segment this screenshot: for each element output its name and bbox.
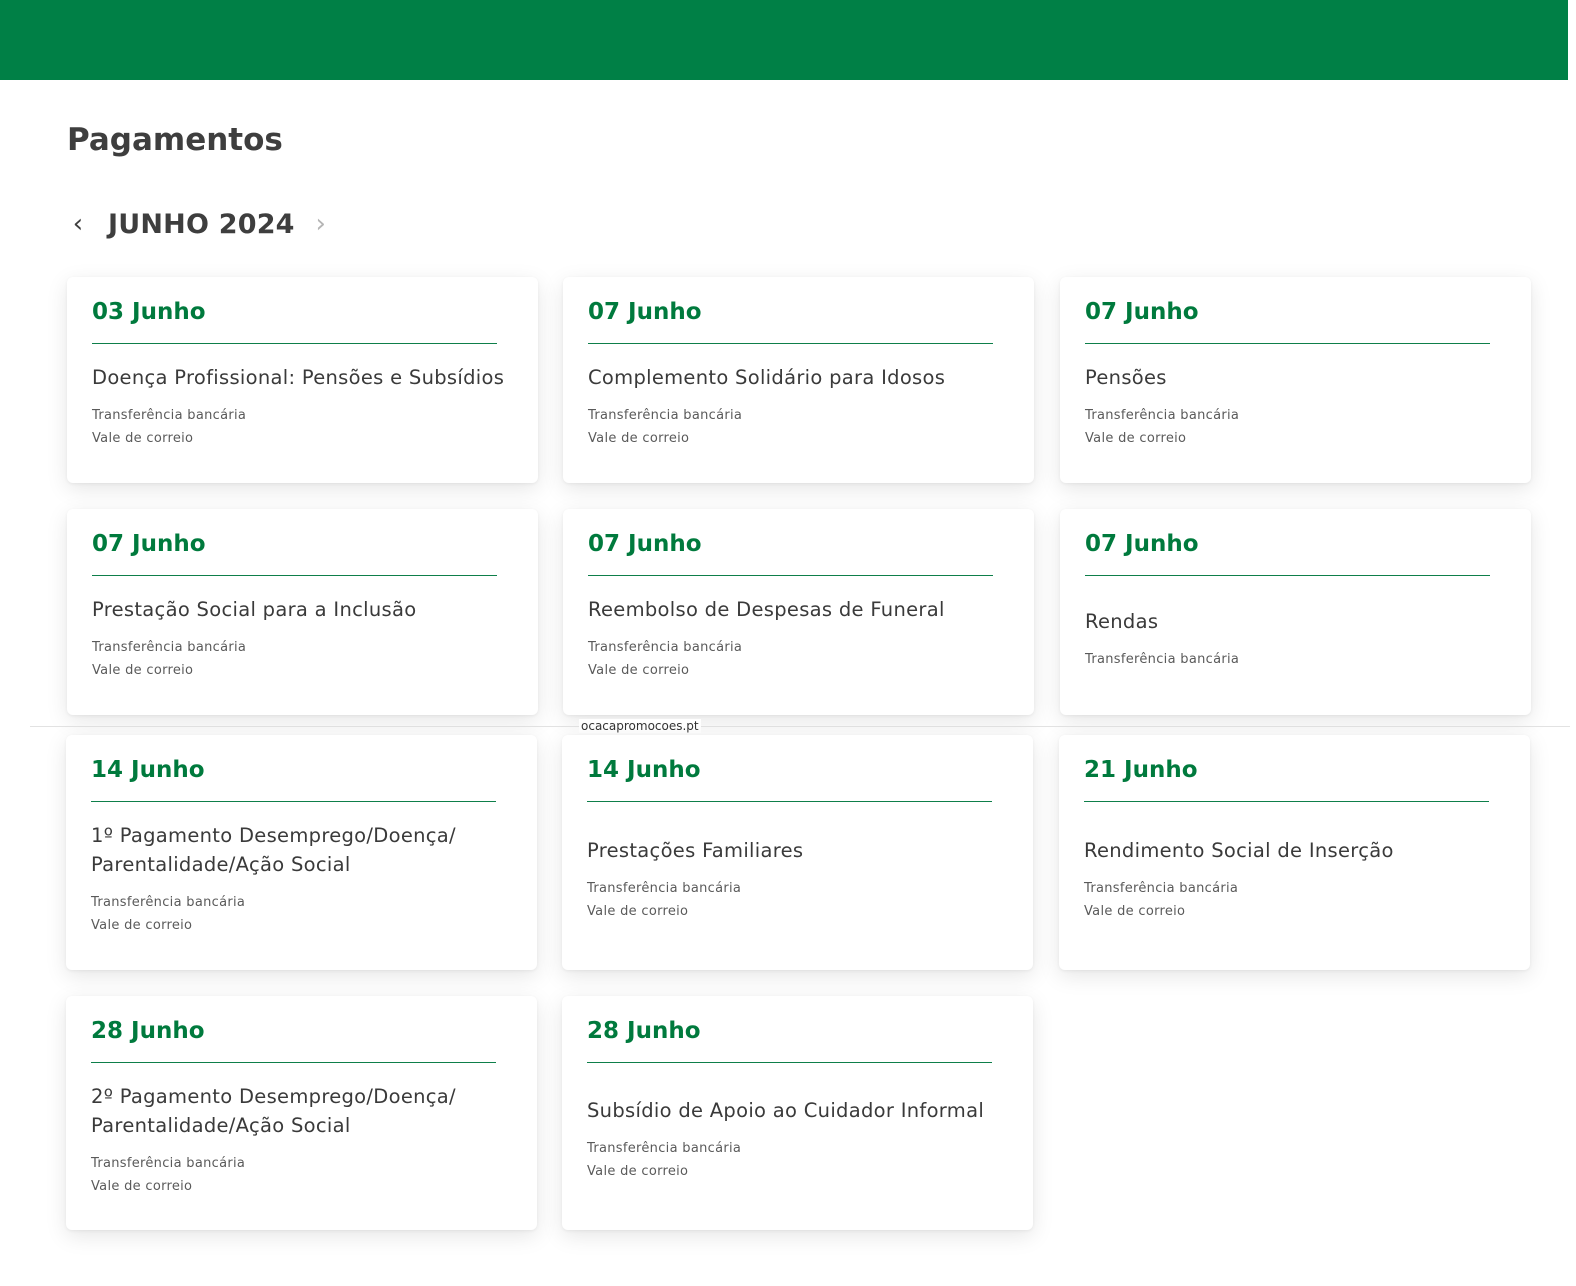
payment-card: 21 Junho Rendimento Social de Inserção T… <box>1059 735 1530 970</box>
payment-method: Vale de correio <box>1085 431 1187 446</box>
payment-method: Vale de correio <box>91 918 193 933</box>
payment-method: Transferência bancária <box>92 408 247 423</box>
payment-card: 14 Junho 1º Pagamento Desemprego/Doença/… <box>66 735 537 970</box>
payment-method: Vale de correio <box>91 1178 193 1194</box>
payment-method: Transferência bancária <box>1085 408 1240 423</box>
payment-date: 14 Junho <box>91 757 205 783</box>
payment-method: Transferência bancária <box>1085 651 1240 667</box>
payment-date: 21 Junho <box>1084 757 1198 783</box>
payment-method: Transferência bancária <box>588 408 743 423</box>
payment-method: Transferência bancária <box>91 1155 246 1171</box>
payment-method: Transferência bancária <box>1084 880 1239 896</box>
payment-method: Vale de correio <box>587 903 689 919</box>
payment-method: Vale de correio <box>1084 903 1186 919</box>
payment-method: Transferência bancária <box>91 895 246 910</box>
current-month-label: JUNHO 2024 <box>108 208 295 240</box>
payment-card: 07 Junho Pensões Transferência bancária … <box>1060 277 1531 483</box>
payment-method: Transferência bancária <box>588 640 743 655</box>
payment-title: Subsídio de Apoio ao Cuidador Informal <box>587 1099 985 1122</box>
payment-title: 2º Pagamento Desemprego/Doença/ Parental… <box>91 1084 456 1137</box>
payment-title: Pensões <box>1085 366 1167 389</box>
top-header-bar <box>0 0 1568 80</box>
chevron-left-icon[interactable]: ‹ <box>60 204 96 244</box>
payment-title: Reembolso de Despesas de Funeral <box>588 598 945 621</box>
payment-method: Vale de correio <box>588 431 690 446</box>
payment-method: Vale de correio <box>587 1164 689 1179</box>
payment-card: 03 Junho Doença Profissional: Pensões e … <box>67 277 538 483</box>
payment-method: Transferência bancária <box>587 880 742 896</box>
payment-date: 03 Junho <box>92 299 206 325</box>
payment-card: 07 Junho Complemento Solidário para Idos… <box>563 277 1034 483</box>
payment-card: 28 Junho Subsídio de Apoio ao Cuidador I… <box>562 996 1033 1230</box>
payment-title: Rendas <box>1085 609 1159 633</box>
payment-date: 07 Junho <box>92 531 206 557</box>
payment-date: 28 Junho <box>587 1018 701 1044</box>
payment-card: 14 Junho Prestações Familiares Transferê… <box>562 735 1033 970</box>
payment-title: Prestações Familiares <box>587 838 804 862</box>
payment-title: Doença Profissional: Pensões e Subsídios <box>92 366 505 389</box>
payment-card: 07 Junho Prestação Social para a Inclusã… <box>67 509 538 715</box>
site-watermark: ocacapromocoes.pt <box>579 719 701 733</box>
payment-title: Rendimento Social de Inserção <box>1084 838 1394 862</box>
payment-method: Vale de correio <box>92 431 194 446</box>
payment-title: 1º Pagamento Desemprego/Doença/ Parental… <box>91 824 456 876</box>
page-title: Pagamentos <box>67 122 283 158</box>
payment-date: 07 Junho <box>588 299 702 325</box>
payment-title: Complemento Solidário para Idosos <box>588 366 946 389</box>
payment-card: 28 Junho 2º Pagamento Desemprego/Doença/… <box>66 996 537 1230</box>
payment-title: Prestação Social para a Inclusão <box>92 598 417 621</box>
payment-card: 07 Junho Reembolso de Despesas de Funera… <box>563 509 1034 715</box>
chevron-right-icon[interactable]: › <box>303 204 339 244</box>
payment-method: Vale de correio <box>92 663 194 678</box>
payment-card: 07 Junho Rendas Transferência bancária <box>1060 509 1531 715</box>
payment-date: 07 Junho <box>1085 531 1199 557</box>
payment-date: 14 Junho <box>587 757 701 783</box>
payment-method: Transferência bancária <box>587 1141 742 1156</box>
payment-method: Transferência bancária <box>92 640 247 655</box>
section-separator <box>30 726 1570 727</box>
payment-date: 07 Junho <box>1085 299 1199 325</box>
month-navigation: ‹ JUNHO 2024 › <box>60 200 339 248</box>
payment-date: 07 Junho <box>588 531 702 557</box>
payment-date: 28 Junho <box>91 1018 205 1044</box>
payment-method: Vale de correio <box>588 663 690 678</box>
